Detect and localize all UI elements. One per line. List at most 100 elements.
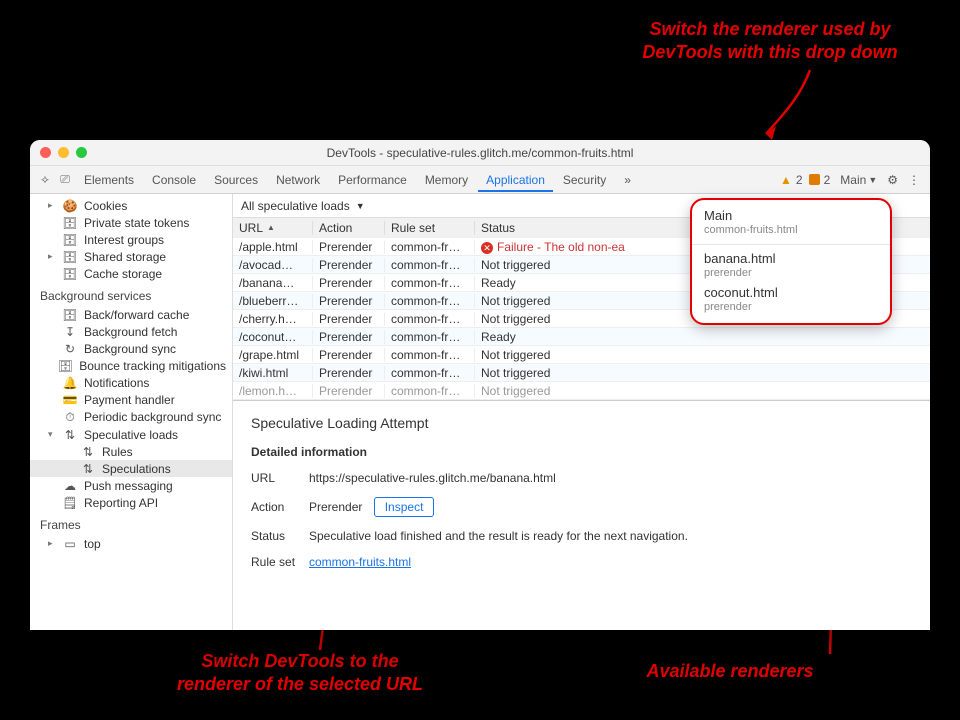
sidebar-item[interactable]: ↧Background fetch	[30, 323, 232, 340]
dropdown-item-main: Main	[704, 208, 878, 224]
table-cell: Prerender	[313, 258, 385, 272]
detail-status-value: Speculative load finished and the result…	[309, 529, 912, 543]
sidebar-item[interactable]: ▸🗄Shared storage	[30, 248, 232, 265]
sidebar-heading: Background services	[30, 282, 232, 306]
sidebar-item-label: Payment handler	[84, 393, 175, 407]
sidebar-item-label: Shared storage	[84, 250, 166, 264]
dropdown-separator	[692, 244, 890, 245]
detail-url-key: URL	[251, 471, 309, 485]
sidebar-item[interactable]: ▾⇅Speculative loads	[30, 426, 232, 443]
tab-security[interactable]: Security	[555, 168, 614, 192]
tab-console[interactable]: Console	[144, 168, 204, 192]
table-cell: /grape.html	[233, 348, 313, 362]
detail-action-key: Action	[251, 500, 309, 514]
arrow-top	[760, 68, 840, 148]
renderer-dropdown-button[interactable]: Main ▼	[840, 173, 877, 187]
tab-elements[interactable]: Elements	[76, 168, 142, 192]
sidebar-item-label: Cookies	[84, 199, 127, 213]
detail-ruleset-link[interactable]: common-fruits.html	[309, 555, 411, 569]
sidebar-item[interactable]: 🔔Notifications	[30, 374, 232, 391]
table-cell: /blueberr…	[233, 294, 313, 308]
table-cell: Prerender	[313, 366, 385, 380]
inspect-button[interactable]: Inspect	[374, 497, 435, 517]
table-row[interactable]: /lemon.h…Prerendercommon-fr…Not triggere…	[233, 382, 930, 400]
inspect-icon[interactable]: ⟡	[36, 172, 54, 187]
sidebar-item[interactable]: ☁Push messaging	[30, 477, 232, 494]
sidebar-item-icon: ⇅	[80, 462, 96, 476]
zoom-window-button[interactable]	[76, 147, 87, 158]
annotation-bottom-left: Switch DevTools to the renderer of the s…	[170, 650, 430, 695]
detail-action-text: Prerender	[309, 500, 362, 514]
dropdown-item[interactable]: Maincommon-fruits.html	[692, 206, 890, 240]
dropdown-item[interactable]: banana.htmlprerender	[692, 249, 890, 283]
warning-icon[interactable]: ▲	[780, 173, 792, 187]
table-cell: Prerender	[313, 276, 385, 290]
sidebar-item[interactable]: 🗄Back/forward cache	[30, 306, 232, 323]
issues-icon[interactable]	[809, 174, 820, 185]
dropdown-item-sub: prerender	[704, 267, 878, 281]
kebab-icon[interactable]: ⋮	[904, 173, 924, 187]
close-window-button[interactable]	[40, 147, 51, 158]
col-action[interactable]: Action	[313, 221, 385, 235]
sidebar-item[interactable]: 🗒Reporting API	[30, 494, 232, 511]
table-row[interactable]: /coconut…Prerendercommon-fr…Ready	[233, 328, 930, 346]
dropdown-item[interactable]: coconut.htmlprerender	[692, 283, 890, 317]
table-cell: /banana…	[233, 276, 313, 290]
sidebar-item-icon: ⇅	[62, 428, 78, 442]
sidebar-item[interactable]: ⇅Rules	[30, 443, 232, 460]
table-cell: Prerender	[313, 384, 385, 398]
sidebar-item-icon: 💳	[62, 393, 78, 407]
sidebar-item-icon: 🗄	[62, 233, 78, 247]
tab-memory[interactable]: Memory	[417, 168, 476, 192]
sidebar-item-icon: ⇅	[80, 445, 96, 459]
table-cell: common-fr…	[385, 276, 475, 290]
sidebar-item-icon: 🗄	[62, 267, 78, 281]
table-row[interactable]: /grape.htmlPrerendercommon-fr…Not trigge…	[233, 346, 930, 364]
sidebar-item-icon: 🗄	[62, 250, 78, 264]
sidebar-item[interactable]: 🗄Cache storage	[30, 265, 232, 282]
sidebar-item[interactable]: 🗄Private state tokens	[30, 214, 232, 231]
col-url[interactable]: URL ▲	[233, 221, 313, 235]
sidebar-item[interactable]: ⇅Speculations	[30, 460, 232, 477]
minimize-window-button[interactable]	[58, 147, 69, 158]
detail-pane: Speculative Loading Attempt Detailed inf…	[233, 400, 930, 581]
sidebar-item-icon: ↧	[62, 325, 78, 339]
table-cell: Prerender	[313, 240, 385, 254]
detail-ruleset-key: Rule set	[251, 555, 309, 569]
table-cell: common-fr…	[385, 384, 475, 398]
table-cell-status: Ready	[475, 330, 930, 344]
sidebar-item[interactable]: ↻Background sync	[30, 340, 232, 357]
settings-icon[interactable]: ⚙	[883, 173, 902, 187]
sidebar-item-icon: ▭	[62, 537, 78, 551]
tab-sources[interactable]: Sources	[206, 168, 266, 192]
table-cell: common-fr…	[385, 366, 475, 380]
warning-count: 2	[796, 173, 803, 187]
sidebar-item-icon: 🗒	[62, 496, 78, 510]
sidebar-item[interactable]: ⏱Periodic background sync	[30, 408, 232, 426]
table-row[interactable]: /kiwi.htmlPrerendercommon-fr…Not trigger…	[233, 364, 930, 382]
sidebar-item[interactable]: ▸🍪Cookies	[30, 197, 232, 214]
tab-performance[interactable]: Performance	[330, 168, 415, 192]
sidebar-item-label: Periodic background sync	[84, 410, 221, 424]
tab-more[interactable]: »	[616, 168, 639, 192]
device-toolbar-icon[interactable]: ⎚	[56, 172, 74, 187]
sidebar-item[interactable]: 🗄Interest groups	[30, 231, 232, 248]
sidebar-item-icon: ↻	[62, 342, 78, 356]
annotation-top: Switch the renderer used by DevTools wit…	[620, 18, 920, 63]
sidebar-item[interactable]: 🗄Bounce tracking mitigations	[30, 357, 232, 374]
sidebar-item-icon: ☁	[62, 479, 78, 493]
tab-network[interactable]: Network	[268, 168, 328, 192]
sidebar-item-icon: 🗄	[62, 308, 78, 322]
table-cell: common-fr…	[385, 240, 475, 254]
sidebar-item[interactable]: 💳 Payment handler	[30, 391, 232, 408]
sidebar-item-label: Speculative loads	[84, 428, 178, 442]
table-cell: /avocad…	[233, 258, 313, 272]
sidebar-item[interactable]: ▸▭top	[30, 535, 232, 552]
col-ruleset[interactable]: Rule set	[385, 221, 475, 235]
tab-bar: ⟡ ⎚ Elements Console Sources Network Per…	[30, 166, 930, 194]
detail-status-key: Status	[251, 529, 309, 543]
dropdown-item-sub: common-fruits.html	[704, 224, 878, 238]
table-cell: /cherry.h…	[233, 312, 313, 326]
table-cell: /lemon.h…	[233, 384, 313, 398]
tab-application[interactable]: Application	[478, 168, 553, 192]
